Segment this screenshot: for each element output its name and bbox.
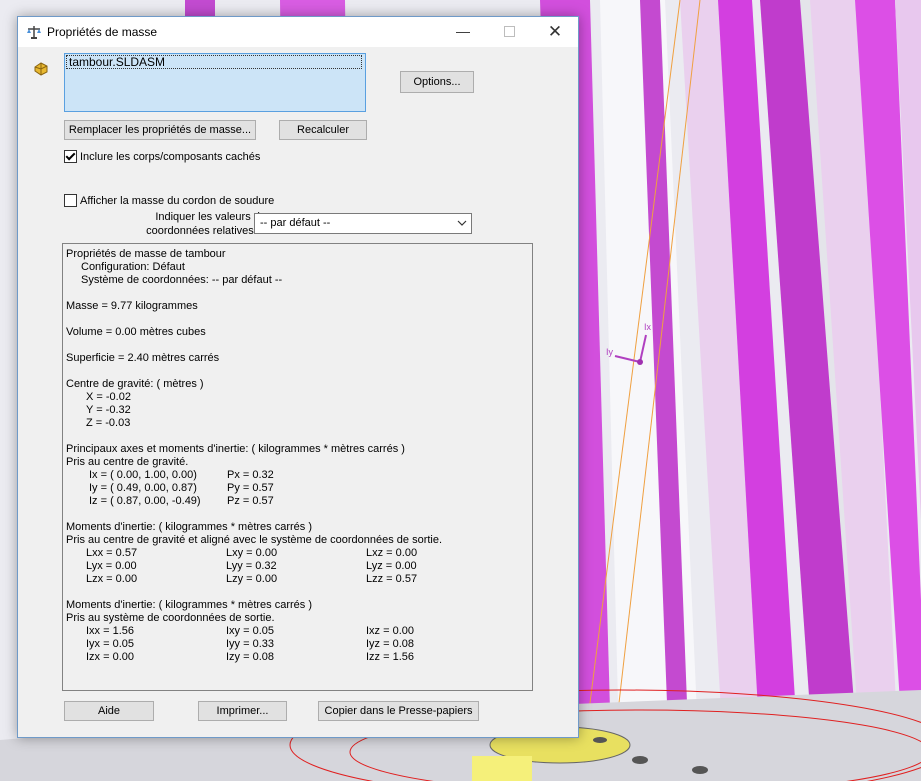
moment-out-cell: Iyy = 0.33: [226, 638, 275, 650]
options-button[interactable]: Options...: [400, 71, 474, 93]
assembly-icon: [34, 62, 48, 76]
maximize-button: [486, 17, 532, 47]
results-moments-out-title: Moments d'inertie: ( kilogrammes * mètre…: [66, 599, 312, 611]
maximize-icon: [503, 25, 515, 37]
results-principal-title: Principaux axes et moments d'inertie: ( …: [66, 443, 405, 455]
moment-cog-cell: Lyz = 0.00: [366, 560, 417, 572]
minimize-button[interactable]: —: [440, 17, 486, 47]
principal-axis-x: Ix = ( 0.00, 1.00, 0.00): [89, 469, 197, 481]
results-mass: Masse = 9.77 kilogrammes: [66, 300, 198, 312]
moment-cog-cell: Lxy = 0.00: [226, 547, 278, 559]
copy-to-clipboard-button[interactable]: Copier dans le Presse-papiers: [318, 701, 479, 721]
results-volume: Volume = 0.00 mètres cubes: [66, 326, 206, 338]
coordinate-label-line1: Indiquer les valeurs de: [155, 211, 266, 223]
balance-scale-icon: [27, 26, 41, 39]
results-moments-cog-sub: Pris au centre de gravité et aligné avec…: [66, 534, 443, 546]
help-button[interactable]: Aide: [64, 701, 154, 721]
moment-out-cell: Iyz = 0.08: [366, 638, 415, 650]
weld-bead-label[interactable]: Afficher la masse du cordon de soudure: [80, 195, 274, 207]
results-cog-x: X = -0.02: [86, 391, 131, 403]
results-cog-y: Y = -0.32: [86, 404, 131, 416]
triad-x-label: Ix: [644, 322, 652, 332]
results-principal-sub: Pris au centre de gravité.: [66, 456, 189, 468]
results-cog-title: Centre de gravité: ( mètres ): [66, 378, 204, 390]
principal-axis-y: Iy = ( 0.49, 0.00, 0.87): [89, 482, 197, 494]
results-text-area[interactable]: Propriétés de masse de tambour Configura…: [62, 243, 533, 691]
moment-cog-cell: Lyy = 0.32: [226, 560, 277, 572]
results-heading: Propriétés de masse de tambour: [66, 248, 226, 260]
coordinate-system-value: -- par défaut --: [260, 217, 331, 229]
title-bar[interactable]: Propriétés de masse — ✕: [18, 17, 578, 47]
results-moments-cog-title: Moments d'inertie: ( kilogrammes * mètre…: [66, 521, 312, 533]
moment-cog-cell: Lxz = 0.00: [366, 547, 418, 559]
moment-out-cell: Ixx = 1.56: [86, 625, 135, 637]
principal-moment-y: Py = 0.57: [227, 482, 274, 494]
recalculate-button[interactable]: Recalculer: [279, 120, 367, 140]
principal-moment-x: Px = 0.32: [227, 469, 274, 481]
results-moments-out-sub: Pris au système de coordonnées de sortie…: [66, 612, 275, 624]
moment-out-cell: Izx = 0.00: [86, 651, 135, 663]
window-title: Propriétés de masse: [47, 25, 158, 39]
moment-cog-cell: Lzx = 0.00: [86, 573, 138, 585]
principal-moment-z: Pz = 0.57: [227, 495, 274, 507]
moment-cog-cell: Lxx = 0.57: [86, 547, 138, 559]
include-hidden-label[interactable]: Inclure les corps/composants cachés: [80, 151, 260, 163]
moment-cog-cell: Lzy = 0.00: [226, 573, 278, 585]
list-item-file[interactable]: tambour.SLDASM: [66, 55, 362, 69]
print-button[interactable]: Imprimer...: [198, 701, 287, 721]
chevron-down-icon: [457, 214, 467, 240]
moment-out-cell: Iyx = 0.05: [86, 638, 135, 650]
override-mass-properties-button[interactable]: Remplacer les propriétés de masse...: [64, 120, 256, 140]
triad-y-label: Iy: [606, 347, 614, 357]
results-configuration: Configuration: Défaut: [81, 261, 185, 273]
coordinate-system-label: Indiquer les valeurs de coordonnées rela…: [68, 210, 266, 238]
moment-out-cell: Izz = 1.56: [366, 651, 415, 663]
close-button[interactable]: ✕: [532, 17, 578, 47]
moment-cog-cell: Lyx = 0.00: [86, 560, 137, 572]
results-coord-system: Système de coordonnées: -- par défaut --: [81, 274, 283, 286]
mass-properties-dialog: Propriétés de masse — ✕ tambour.SLDASM O…: [17, 16, 579, 738]
results-cog-z: Z = -0.03: [86, 417, 131, 429]
coordinate-label-line2: coordonnées relatives à:: [146, 225, 266, 237]
moment-out-cell: Ixy = 0.05: [226, 625, 275, 637]
include-hidden-checkbox[interactable]: [64, 150, 77, 163]
moment-out-cell: Ixz = 0.00: [366, 625, 415, 637]
principal-axis-z: Iz = ( 0.87, 0.00, -0.49): [89, 495, 201, 507]
moment-out-cell: Izy = 0.08: [226, 651, 275, 663]
coordinate-system-dropdown[interactable]: -- par défaut --: [254, 213, 472, 234]
moment-cog-cell: Lzz = 0.57: [366, 573, 418, 585]
weld-bead-checkbox[interactable]: [64, 194, 77, 207]
results-surface: Superficie = 2.40 mètres carrés: [66, 352, 220, 364]
selected-items-list[interactable]: tambour.SLDASM: [64, 53, 366, 112]
